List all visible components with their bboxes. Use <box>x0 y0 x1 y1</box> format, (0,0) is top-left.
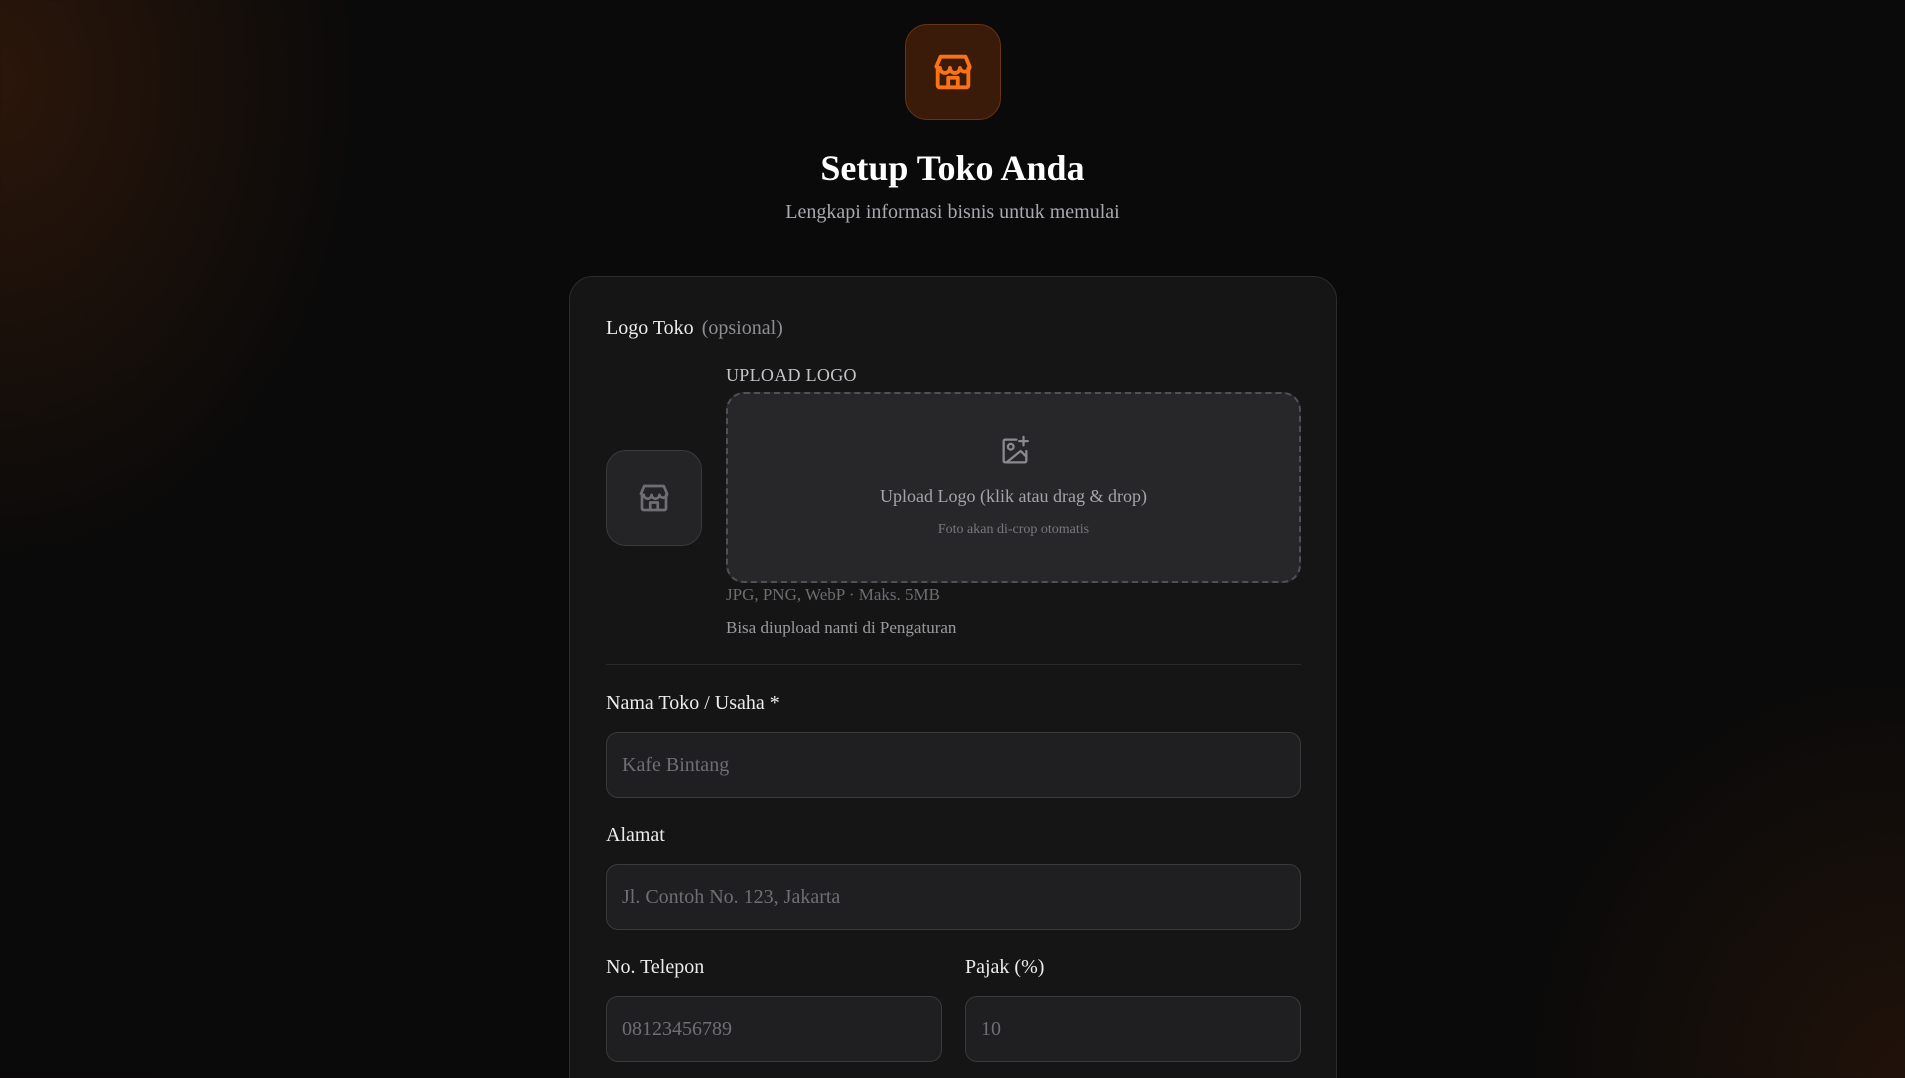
logo-preview <box>606 450 702 546</box>
setup-form-card: Logo Toko (opsional) UPLOAD LOGO Upload L… <box>569 276 1337 1078</box>
image-plus-icon <box>1002 435 1029 464</box>
phone-label: No. Telepon <box>606 956 705 978</box>
tax-input[interactable] <box>965 996 1301 1062</box>
page-title: Setup Toko Anda <box>820 148 1085 188</box>
phone-input[interactable] <box>606 996 942 1062</box>
logo-dropzone[interactable]: Upload Logo (klik atau drag & drop) Foto… <box>726 392 1301 583</box>
logo-format-hint: JPG, PNG, WebP · Maks. 5MB <box>726 585 940 604</box>
logo-later-note: Bisa diupload nanti di Pengaturan <box>726 618 957 637</box>
store-name-label: Nama Toko / Usaha * <box>606 692 780 714</box>
dropzone-subtitle: Foto akan di-crop otomatis <box>937 522 1090 537</box>
dropzone-title: Upload Logo (klik atau drag & drop) <box>880 486 1147 506</box>
address-label: Alamat <box>606 824 665 846</box>
section-divider <box>606 664 1301 665</box>
optional-tag: (opsional) <box>701 317 783 339</box>
brand-store-icon-badge <box>905 24 1001 120</box>
address-input[interactable] <box>606 864 1301 930</box>
logo-label: Logo Toko (opsional) <box>606 314 783 342</box>
store-icon <box>639 484 669 512</box>
page-subtitle: Lengkapi informasi bisnis untuk memulai <box>785 201 1120 223</box>
upload-logo-caption: UPLOAD LOGO <box>726 365 857 385</box>
tax-label: Pajak (%) <box>965 956 1045 978</box>
logo-label-text: Logo Toko <box>606 317 694 339</box>
store-icon <box>934 54 972 90</box>
store-name-input[interactable] <box>606 732 1301 798</box>
